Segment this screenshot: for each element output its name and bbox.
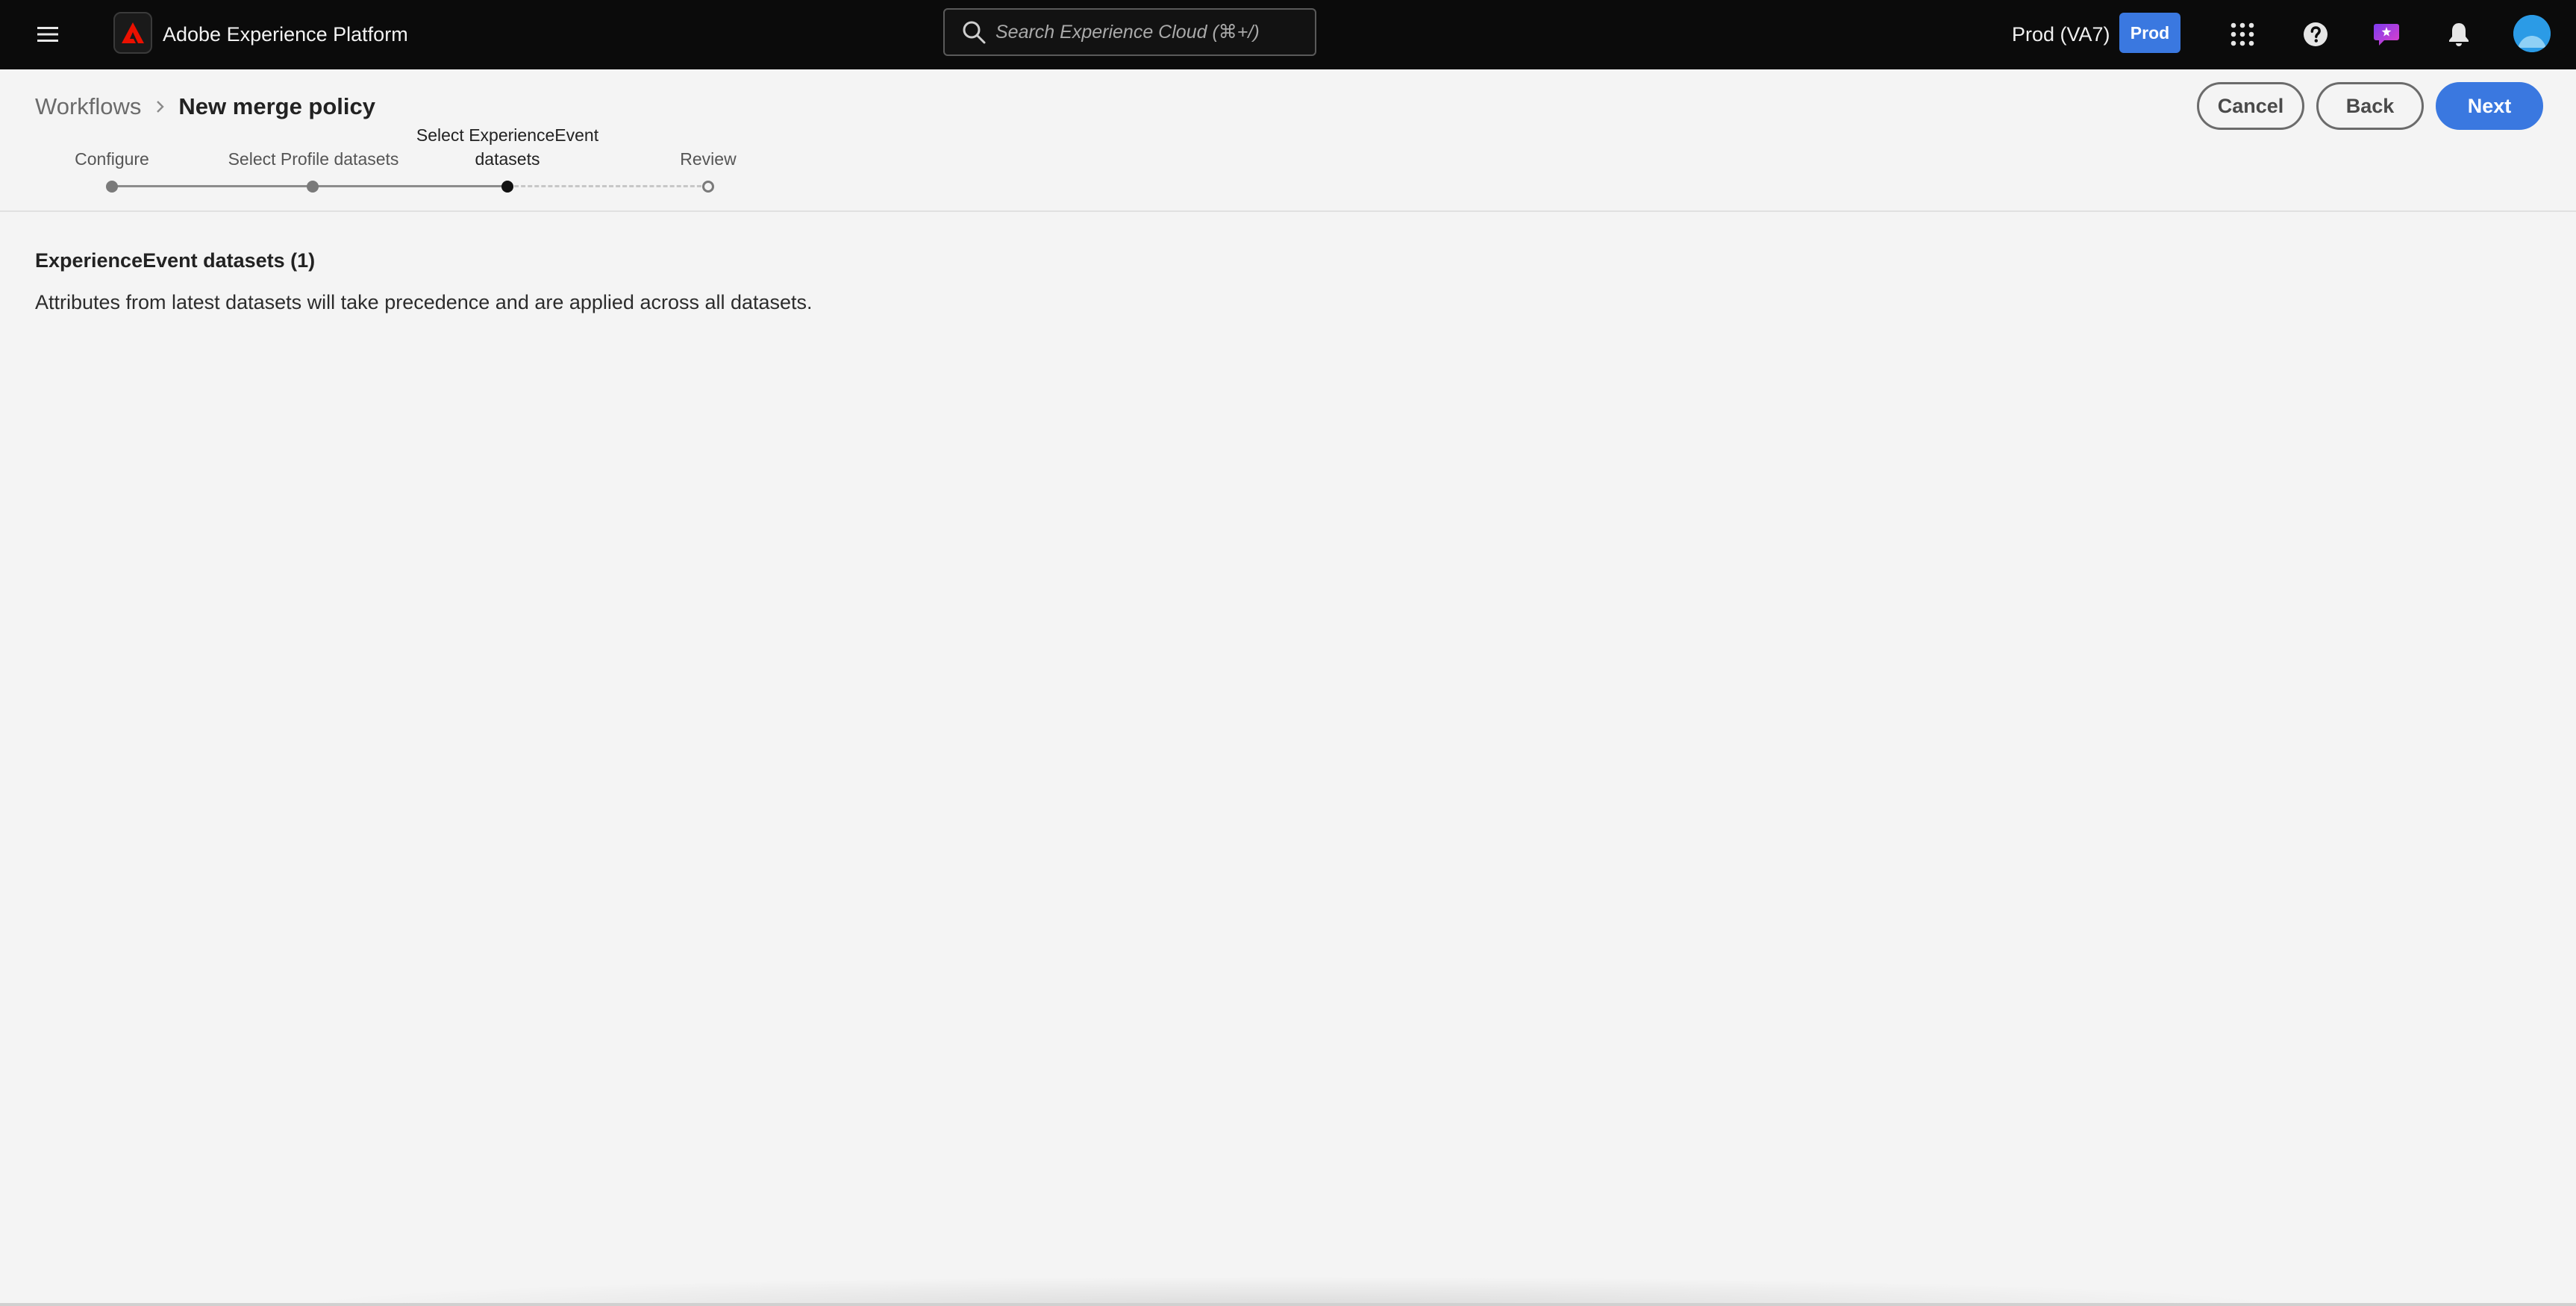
help-button[interactable] <box>2298 17 2333 51</box>
step-label-select-profile-datasets: Select Profile datasets <box>228 149 399 169</box>
bell-icon <box>2449 23 2469 46</box>
help-icon <box>2304 22 2328 46</box>
menu-icon <box>37 27 58 42</box>
step-connector-1 <box>112 185 313 187</box>
user-avatar-icon <box>2513 15 2551 52</box>
apps-button[interactable] <box>2225 17 2260 51</box>
breadcrumb: Workflows New merge policy <box>35 90 375 124</box>
cancel-button[interactable]: Cancel <box>2197 82 2304 130</box>
next-button[interactable]: Next <box>2436 82 2543 130</box>
adobe-logo-icon <box>122 22 144 43</box>
page-title: New merge policy <box>178 93 375 119</box>
step-connector-3 <box>507 185 708 187</box>
back-button[interactable]: Back <box>2316 82 2424 130</box>
bottom-shadow <box>284 1276 2298 1306</box>
header-divider <box>0 210 2576 212</box>
step-label-select-experienceevent-datasets: Select ExperienceEvent datasets <box>416 125 599 169</box>
search-input[interactable] <box>995 17 1315 47</box>
org-switcher[interactable]: Prod (VA7) <box>2012 19 2110 49</box>
sandbox-badge[interactable]: Prod <box>2119 13 2180 53</box>
step-dot-select-profile-datasets <box>307 181 319 193</box>
search-bar[interactable] <box>943 8 1316 56</box>
chevron-right-icon <box>156 100 165 113</box>
window-bottom-edge <box>0 1303 2576 1306</box>
apps-grid-icon <box>2230 22 2254 46</box>
notifications-button[interactable] <box>2442 17 2476 51</box>
avatar[interactable] <box>2513 15 2551 52</box>
adobe-logo-button[interactable] <box>113 12 152 54</box>
breadcrumb-workflows-link[interactable]: Workflows <box>35 93 141 120</box>
step-dot-configure <box>106 181 118 193</box>
top-navigation-bar: Adobe Experience Platform Prod (VA7) Pro… <box>0 0 2576 69</box>
step-label-review: Review <box>680 149 737 169</box>
search-icon <box>961 19 987 45</box>
feedback-icon <box>2374 24 2399 46</box>
step-label-configure: Configure <box>75 149 149 169</box>
step-dot-select-experienceevent-datasets <box>501 181 513 193</box>
step-dot-review <box>702 181 714 193</box>
section-title: ExperienceEvent datasets (1) <box>35 249 316 272</box>
feedback-button[interactable] <box>2369 17 2404 51</box>
app-title[interactable]: Adobe Experience Platform <box>163 19 408 49</box>
hamburger-menu-button[interactable] <box>31 18 64 51</box>
step-connector-2 <box>313 185 507 187</box>
section-description: Attributes from latest datasets will tak… <box>35 291 813 313</box>
